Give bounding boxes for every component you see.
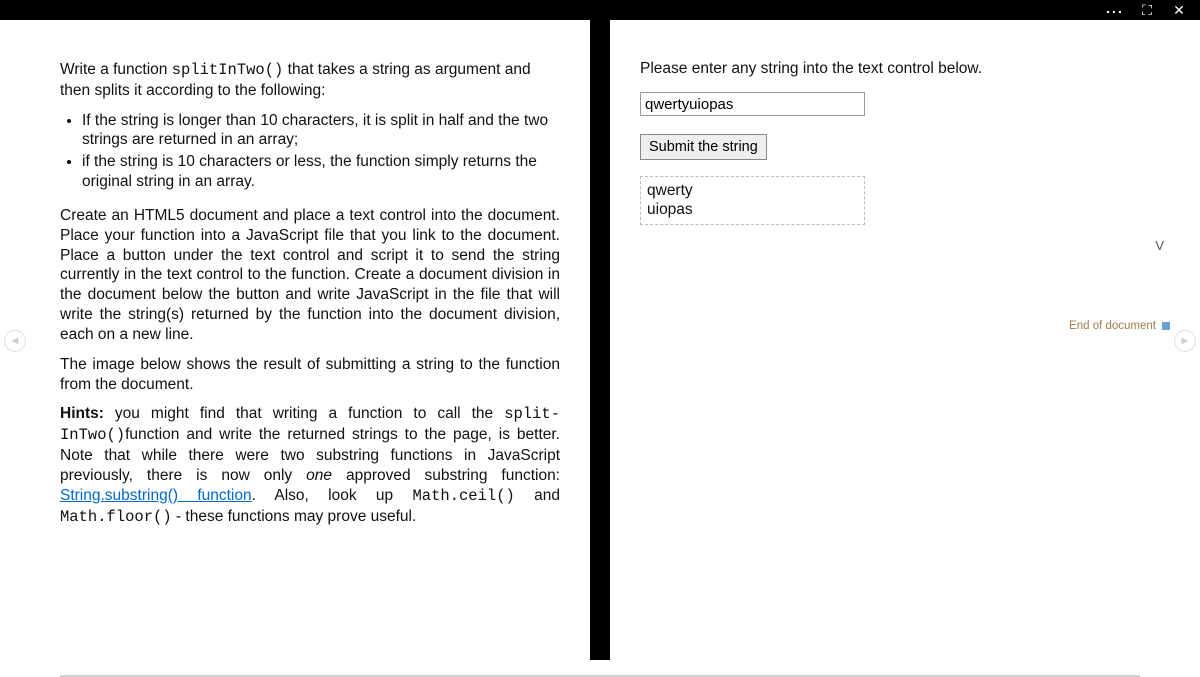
title-bar: ... ⛶ ✕: [0, 0, 1200, 20]
page-divider: [590, 20, 610, 660]
list-item: If the string is longer than 10 characte…: [82, 111, 560, 151]
code-math-floor: Math.floor(): [60, 508, 172, 526]
more-icon[interactable]: ...: [1108, 1, 1122, 15]
string-input[interactable]: [640, 92, 865, 116]
hints-label: Hints:: [60, 405, 104, 422]
code-math-ceil: Math.ceil(): [413, 487, 515, 505]
emphasis-one: one: [306, 467, 332, 484]
end-of-document-marker: End of document: [1069, 320, 1170, 332]
text: you might find that writing a function t…: [104, 405, 504, 422]
page-left: Write a function splitInTwo() that takes…: [30, 20, 590, 660]
substring-link[interactable]: String.substring() function: [60, 487, 252, 504]
output-division: qwerty uiopas: [640, 176, 865, 225]
page-spread: Write a function splitInTwo() that takes…: [30, 20, 1170, 660]
text: Write a function: [60, 61, 172, 78]
prev-page-button[interactable]: ◄: [4, 330, 26, 352]
list-item: if the string is 10 characters or less, …: [82, 152, 560, 192]
intro-paragraph: Write a function splitInTwo() that takes…: [60, 60, 560, 101]
code-splitintwo: splitInTwo(): [172, 61, 284, 79]
text: approved substring function:: [332, 467, 560, 484]
output-line: uiopas: [647, 200, 858, 219]
requirements-list: If the string is longer than 10 characte…: [82, 111, 560, 192]
text: - these functions may prove useful.: [172, 508, 417, 525]
next-page-button[interactable]: ►: [1174, 330, 1196, 352]
page-number-mark: V: [1155, 238, 1164, 253]
close-icon[interactable]: ✕: [1172, 3, 1186, 17]
instructions-paragraph: Create an HTML5 document and place a tex…: [60, 206, 560, 345]
fullscreen-icon[interactable]: ⛶: [1140, 3, 1154, 17]
submit-button[interactable]: Submit the string: [640, 134, 767, 160]
output-line: qwerty: [647, 181, 858, 200]
hints-paragraph: Hints: you might find that writing a fun…: [60, 404, 560, 527]
document-viewport: Write a function splitInTwo() that takes…: [30, 20, 1170, 675]
text: and: [515, 487, 560, 504]
image-caption-paragraph: The image below shows the result of subm…: [60, 355, 560, 395]
end-of-document-label: End of document: [1069, 320, 1156, 332]
prompt-text: Please enter any string into the text co…: [640, 60, 1140, 78]
page-right: Please enter any string into the text co…: [610, 20, 1170, 660]
text: . Also, look up: [252, 487, 413, 504]
